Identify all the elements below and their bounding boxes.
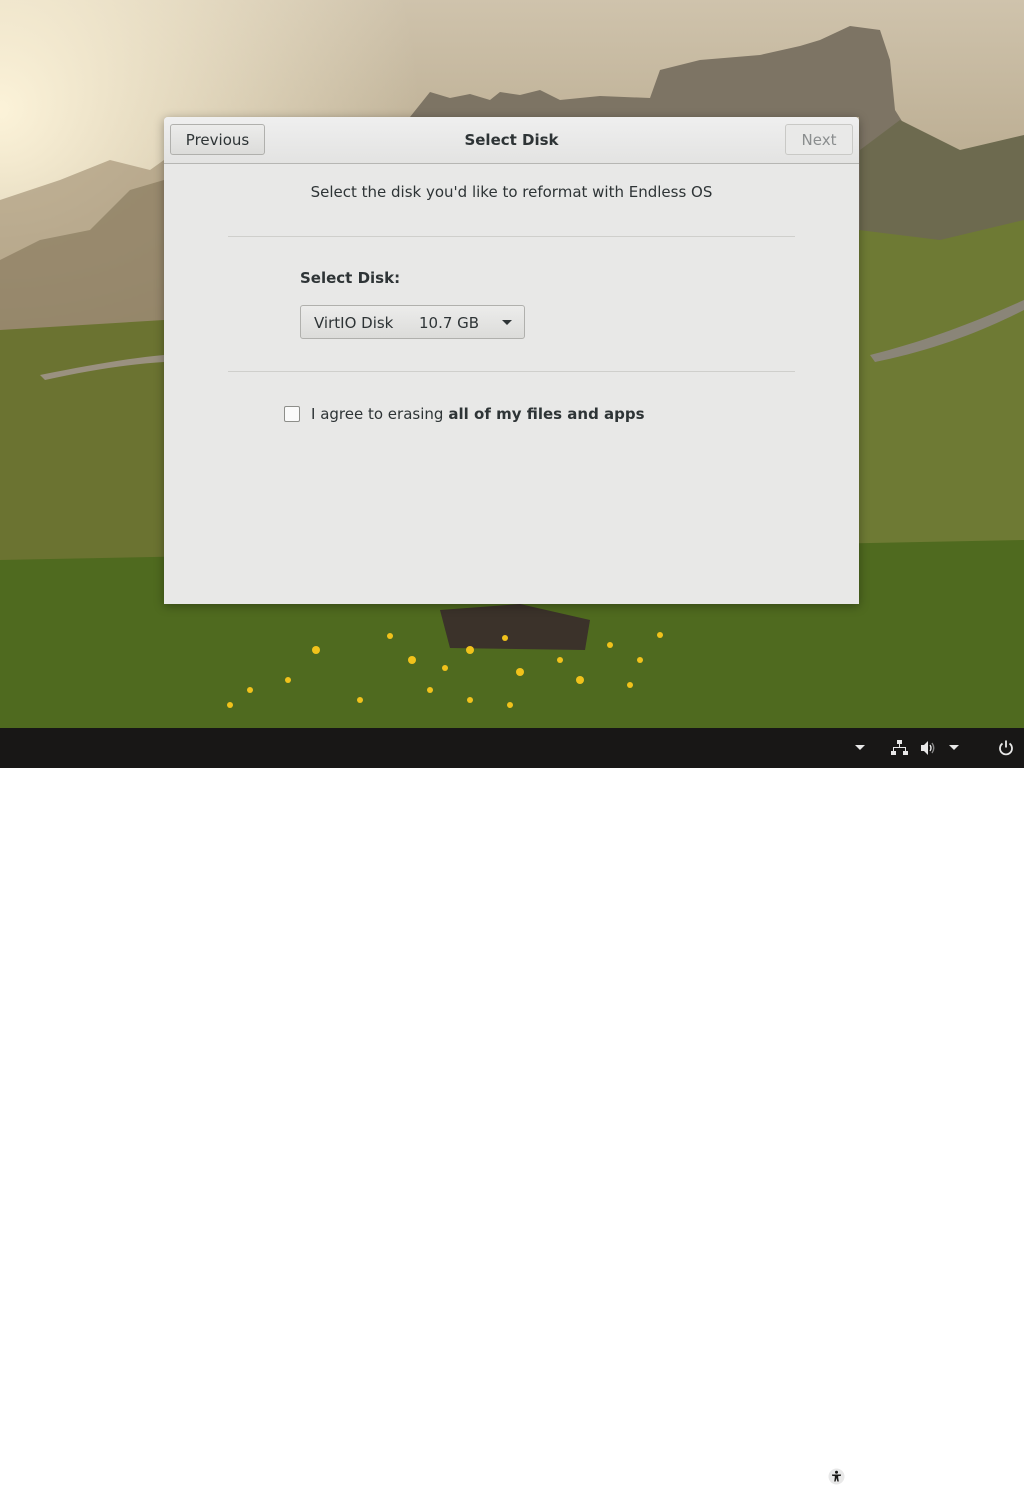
- dialog-subtitle: Select the disk you'd like to reformat w…: [310, 183, 713, 201]
- select-disk-label: Select Disk:: [300, 269, 401, 287]
- dialog-title: Select Disk: [464, 131, 559, 149]
- volume-icon[interactable]: [920, 740, 937, 756]
- header-bar: Previous Select Disk Next: [164, 117, 859, 164]
- agree-erase-checkbox[interactable]: [284, 406, 300, 422]
- chevron-down-icon[interactable]: [855, 745, 865, 750]
- disk-name: VirtIO Disk: [314, 314, 394, 332]
- select-disk-dialog: Previous Select Disk Next Select the dis…: [164, 117, 859, 604]
- separator: [228, 371, 795, 372]
- agree-erase-label: I agree to erasing: [311, 405, 444, 423]
- chevron-down-icon[interactable]: [949, 745, 959, 750]
- taskbar: [0, 728, 1024, 1485]
- previous-button[interactable]: Previous: [170, 124, 265, 155]
- disk-size: 10.7 GB: [419, 314, 480, 332]
- separator: [228, 236, 795, 237]
- next-button[interactable]: Next: [785, 124, 853, 155]
- network-icon[interactable]: [891, 740, 908, 756]
- power-icon[interactable]: [998, 740, 1014, 756]
- agree-erase-bold-label: all of my files and apps: [448, 405, 645, 423]
- accessibility-icon[interactable]: [828, 1468, 845, 1485]
- disk-select-combobox[interactable]: VirtIO Disk 10.7 GB: [300, 305, 525, 339]
- chevron-down-icon: [502, 320, 512, 325]
- agree-erase-row[interactable]: I agree to erasing all of my files and a…: [284, 405, 645, 423]
